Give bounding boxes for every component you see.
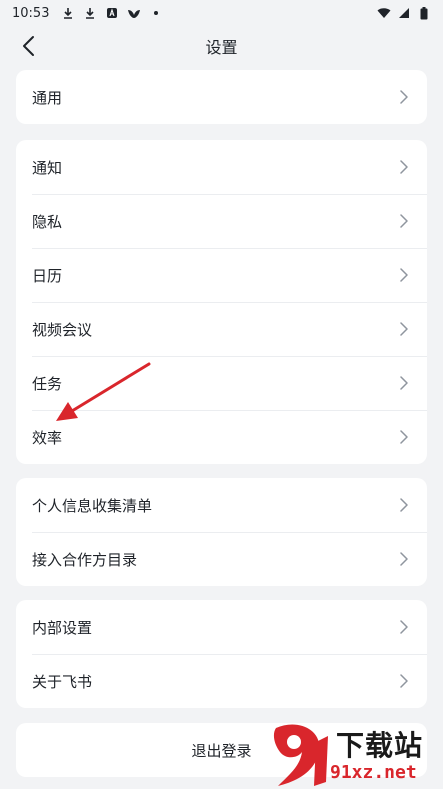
chevron-right-icon xyxy=(397,498,411,512)
watermark-url: 91xz.net xyxy=(330,762,417,783)
download-icon xyxy=(61,6,75,20)
settings-item-label: 个人信息收集清单 xyxy=(32,496,153,515)
chevron-right-icon xyxy=(397,552,411,566)
settings-group-features: 通知 隐私 日历 视频会议 任务 效率 xyxy=(16,140,427,464)
status-left: 10:53 xyxy=(12,6,163,21)
back-button[interactable] xyxy=(14,32,42,60)
settings-group-about: 内部设置 关于飞书 xyxy=(16,600,427,708)
signal-icon xyxy=(397,6,411,20)
chevron-right-icon xyxy=(397,214,411,228)
settings-item-label: 效率 xyxy=(32,428,63,447)
settings-item-about[interactable]: 关于飞书 xyxy=(16,654,427,708)
chevron-right-icon xyxy=(397,674,411,688)
settings-item-label: 通知 xyxy=(32,158,63,177)
chevron-left-icon xyxy=(23,36,34,56)
logout-label: 退出登录 xyxy=(191,741,252,760)
status-bar: 10:53 xyxy=(0,0,443,26)
settings-item-notifications[interactable]: 通知 xyxy=(16,140,427,194)
settings-item-calendar[interactable]: 日历 xyxy=(16,248,427,302)
settings-item-label: 通用 xyxy=(32,88,63,107)
settings-item-partner-directory[interactable]: 接入合作方目录 xyxy=(16,532,427,586)
watermark: 下载站 91xz.net xyxy=(268,722,443,789)
settings-item-video-meeting[interactable]: 视频会议 xyxy=(16,302,427,356)
battery-icon xyxy=(417,6,431,20)
status-right xyxy=(377,6,431,20)
settings-item-internal-settings[interactable]: 内部设置 xyxy=(16,600,427,654)
chevron-right-icon xyxy=(397,430,411,444)
settings-group-general: 通用 xyxy=(16,70,427,124)
settings-item-label: 日历 xyxy=(32,266,63,285)
a-badge-icon xyxy=(105,6,119,20)
settings-item-label: 隐私 xyxy=(32,212,63,231)
chevron-right-icon xyxy=(397,160,411,174)
chevron-right-icon xyxy=(397,620,411,634)
dot-icon xyxy=(149,6,163,20)
settings-item-privacy[interactable]: 隐私 xyxy=(16,194,427,248)
settings-group-info: 个人信息收集清单 接入合作方目录 xyxy=(16,478,427,586)
settings-item-tasks[interactable]: 任务 xyxy=(16,356,427,410)
settings-item-general[interactable]: 通用 xyxy=(16,70,427,124)
nav-bar: 设置 xyxy=(0,26,443,66)
watermark-logo-icon xyxy=(273,724,328,786)
settings-item-efficiency[interactable]: 效率 xyxy=(16,410,427,464)
settings-item-label: 内部设置 xyxy=(32,618,93,637)
chevron-right-icon xyxy=(397,322,411,336)
settings-item-label: 关于飞书 xyxy=(32,672,93,691)
watermark-title: 下载站 xyxy=(336,729,424,762)
chevron-right-icon xyxy=(397,90,411,104)
status-time: 10:53 xyxy=(12,5,50,21)
chevron-right-icon xyxy=(397,376,411,390)
page-title: 设置 xyxy=(205,38,238,57)
wifi-icon xyxy=(377,6,391,20)
chevron-right-icon xyxy=(397,268,411,282)
download-icon xyxy=(83,6,97,20)
settings-item-label: 视频会议 xyxy=(32,320,93,339)
settings-item-label: 接入合作方目录 xyxy=(32,550,138,569)
settings-item-personal-info-list[interactable]: 个人信息收集清单 xyxy=(16,478,427,532)
bird-icon xyxy=(127,6,141,20)
settings-item-label: 任务 xyxy=(32,374,63,393)
